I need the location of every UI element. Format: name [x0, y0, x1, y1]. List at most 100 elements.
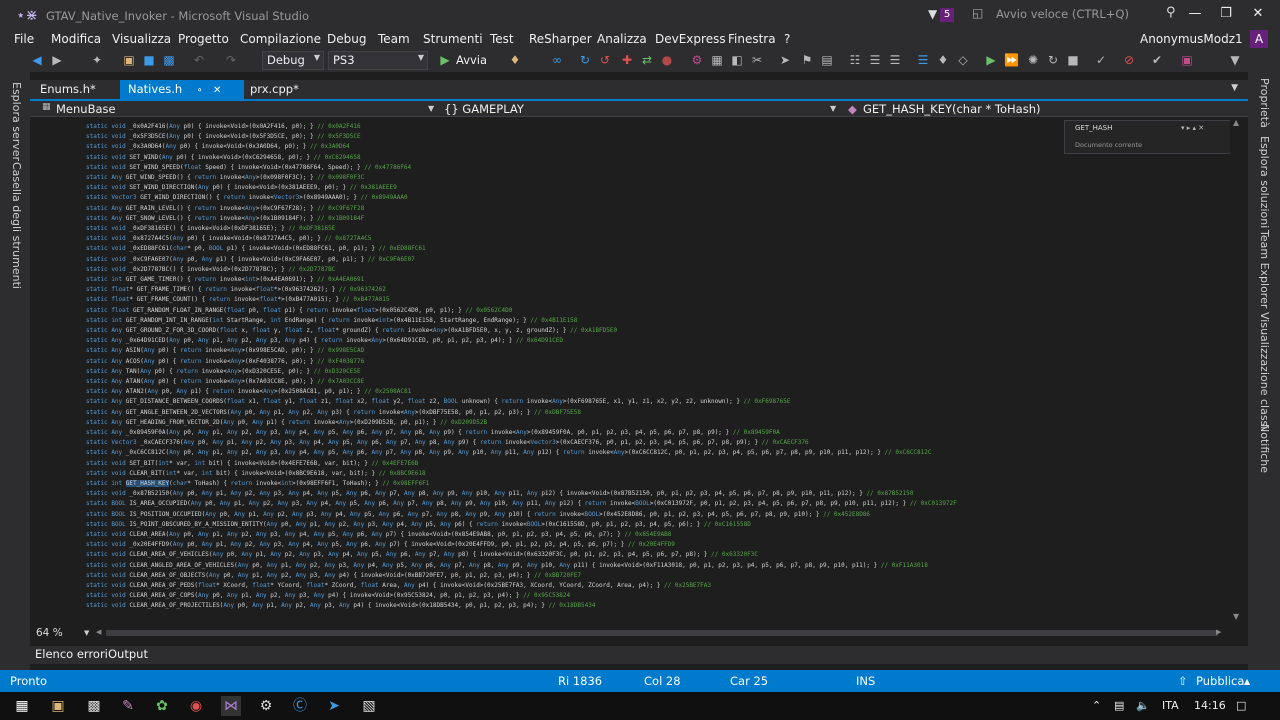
menu-visualizza[interactable]: Visualizza — [112, 32, 171, 46]
sync-icon[interactable]: ⇄ — [640, 53, 654, 67]
code-line[interactable]: static void _0x0A2F416(Any p0) { invoke<… — [86, 122, 361, 132]
find-input[interactable]: GET_HASH — [1075, 124, 1112, 132]
chevron-down-icon[interactable]: ▼ — [84, 629, 89, 637]
code-line[interactable]: static Any TAN(Any p0) { return invoke<A… — [86, 367, 361, 377]
code-line[interactable]: static void CLEAR_AREA(Any p0, Any p1, A… — [86, 530, 671, 540]
code-line[interactable]: static Any GET_GROUND_Z_FOR_3D_COORD(flo… — [86, 326, 617, 336]
scroll-left-icon[interactable]: ◀ — [96, 628, 101, 636]
breakpoint-icon[interactable]: ✓ — [1094, 53, 1108, 67]
start-debug-icon[interactable]: ▶ — [438, 53, 452, 67]
open-file-icon[interactable]: ▣ — [122, 53, 136, 67]
code-line[interactable]: static Any GET_DISTANCE_BETWEEN_COORDS(f… — [86, 397, 791, 407]
maximize-button[interactable]: ❐ — [1210, 4, 1242, 24]
code-line[interactable]: static float* GET_FRAME_TIME() { return … — [86, 285, 386, 295]
zoom-level[interactable]: 64 % — [36, 627, 63, 639]
tab-team-explorer[interactable]: Team Explorer — [1258, 230, 1271, 308]
menu-debug[interactable]: Debug — [327, 32, 366, 46]
code-line[interactable]: static Vector3 GET_WIND_DIRECTION() { re… — [86, 193, 408, 203]
brackets-icon[interactable]: ☷ — [848, 53, 862, 67]
notification-flag-icon[interactable]: ▼ — [928, 7, 937, 21]
close-button[interactable]: ✕ — [1242, 4, 1274, 24]
publish-button[interactable]: Pubblica — [1196, 674, 1244, 688]
green-app-icon[interactable]: ✿ — [152, 696, 172, 716]
code-line[interactable]: static void _0xDF38165E() { invoke<Void>… — [86, 224, 335, 234]
attach-icon[interactable]: ♦ — [508, 53, 522, 67]
refresh-icon[interactable]: ↻ — [578, 53, 592, 67]
step-icon[interactable]: ✺ — [1026, 53, 1040, 67]
code-line[interactable]: static void CLEAR_AREA_OF_COPS(Any p0, A… — [86, 591, 570, 601]
menu-progetto[interactable]: Progetto — [178, 32, 229, 46]
nav-scope[interactable]: {} GAMEPLAY — [444, 102, 524, 116]
windows-start-icon[interactable]: ▦ — [12, 696, 32, 716]
network-icon[interactable]: ▤ — [1114, 699, 1124, 712]
run-icon[interactable]: ▶ — [984, 53, 998, 67]
find-widget[interactable]: GET_HASH ▾ ▸ ▴ ✕ Documento corrente — [1064, 120, 1234, 154]
code-line[interactable]: static void SET_WIND(Any p0) { invoke<Vo… — [86, 153, 361, 163]
code-line[interactable]: static Any GET_ANGLE_BETWEEN_2D_VECTORS(… — [86, 408, 581, 418]
menu-resharper[interactable]: ReSharper — [529, 32, 592, 46]
bookmark-icon[interactable]: ⚑ — [800, 53, 814, 67]
navigate-forward-icon[interactable]: ▶ — [50, 53, 64, 67]
nav-project[interactable]: MenuBase — [56, 102, 116, 116]
menu-finestra[interactable]: Finestra — [728, 32, 776, 46]
avatar[interactable]: A — [1250, 30, 1268, 48]
quick-launch-input[interactable]: Avvio veloce (CTRL+Q) — [996, 7, 1129, 21]
code-line[interactable]: static Any _0x89459F0A(Any p0, Any p1, A… — [86, 428, 780, 438]
code-line[interactable]: static void CLEAR_AREA_OF_PROJECTILES(An… — [86, 601, 595, 611]
terminal-icon[interactable]: ▧ — [359, 696, 379, 716]
chevron-down-icon[interactable]: ▼ — [830, 104, 836, 113]
start-debug-button[interactable]: Avvia — [456, 53, 487, 67]
volume-icon[interactable]: 🔈 — [1136, 699, 1150, 712]
code-line[interactable]: static int GET_HASH_KEY(char* ToHash) { … — [86, 479, 429, 489]
action-center-icon[interactable]: □ — [1236, 699, 1246, 712]
menu-compilazione[interactable]: Compilazione — [240, 32, 321, 46]
scissors-icon[interactable]: ✂ — [750, 53, 764, 67]
visual-studio-taskbar-icon[interactable]: ⋈ — [221, 696, 241, 716]
tool-icon[interactable]: ⚙ — [690, 53, 704, 67]
code-line[interactable]: static Any GET_WIND_SPEED() { return inv… — [86, 173, 364, 183]
code-line[interactable]: static void CLEAR_AREA_OF_VEHICLES(Any p… — [86, 550, 758, 560]
align-icon[interactable]: ☰ — [888, 53, 902, 67]
code-line[interactable]: static Any GET_RAIN_LEVEL() { return inv… — [86, 204, 364, 214]
undo-icon[interactable]: ↶ — [192, 53, 206, 67]
search-icon[interactable]: ⚲ — [1166, 5, 1176, 20]
code-line[interactable]: static float GET_RANDOM_FLOAT_IN_RANGE(f… — [86, 306, 512, 316]
code-line[interactable]: static void _0x5F3D5CE(Any p0) { invoke<… — [86, 132, 361, 142]
no-entry-icon[interactable]: ⊘ — [1122, 53, 1136, 67]
indent-icon[interactable]: ➤ — [778, 53, 792, 67]
menu-file[interactable]: File — [14, 32, 34, 46]
solution-config-select[interactable]: Debug ▼ — [262, 51, 324, 70]
tab-notifiche[interactable]: Notifiche — [1258, 424, 1271, 473]
code-line[interactable]: static void _0xC9FA6E07(Any p0, Any p1) … — [86, 255, 415, 265]
tab-enums-h[interactable]: Enums.h* — [32, 80, 104, 99]
run-all-icon[interactable]: ⏩ — [1004, 53, 1019, 67]
list-icon[interactable]: ☰ — [868, 53, 882, 67]
code-line[interactable]: static void SET_WIND_SPEED(float Speed) … — [86, 163, 411, 173]
solution-platform-select[interactable]: PS3 ▼ — [328, 51, 428, 70]
pen-app-icon[interactable]: ✎ — [118, 696, 138, 716]
navigate-back-icon[interactable]: ◀ — [30, 53, 44, 67]
find-scope[interactable]: Documento corrente — [1075, 141, 1142, 149]
tab-prx-cpp[interactable]: prx.cpp* — [242, 80, 307, 99]
horizontal-scrollbar[interactable] — [106, 630, 1218, 636]
align-left-icon[interactable]: ☰ — [916, 53, 930, 67]
restart-icon[interactable]: ↻ — [1046, 53, 1060, 67]
layout-icon[interactable]: ▦ — [710, 53, 724, 67]
code-line[interactable]: static void _0xED88FC61(char* p0, BOOL p… — [86, 244, 426, 254]
quick-launch[interactable]: ◱ Avvio veloce (CTRL+Q) ⚲ — [972, 4, 1182, 24]
code-line[interactable]: static float* GET_FRAME_COUNT() { return… — [86, 295, 390, 305]
notification-badge[interactable]: 5 — [940, 8, 954, 22]
save-all-icon[interactable]: ▩ — [162, 53, 176, 67]
code-line[interactable]: static BOOL IS_AREA_OCCUPIED(Any p0, Any… — [86, 499, 957, 509]
nav-member[interactable]: GET_HASH_KEY(char * ToHash) — [863, 102, 1041, 116]
code-line[interactable]: static void _0x8727A4C5(Any p0) { invoke… — [86, 234, 371, 244]
scroll-up-icon[interactable]: ▲ — [1233, 118, 1239, 127]
comment-icon[interactable]: ♦ — [936, 53, 950, 67]
new-project-icon[interactable]: ✦ — [90, 53, 104, 67]
pin-icon[interactable]: ✚ — [620, 53, 634, 67]
code-line[interactable]: static Any ACOS(Any p0) { return invoke<… — [86, 357, 364, 367]
code-line[interactable]: static int GET_RANDOM_INT_IN_RANGE(int S… — [86, 316, 577, 326]
code-line[interactable]: static Any ASIN(Any p0) { return invoke<… — [86, 346, 364, 356]
copy-icon[interactable]: ◧ — [730, 53, 744, 67]
code-line[interactable]: static void SET_BIT(int* var, int bit) {… — [86, 459, 418, 469]
